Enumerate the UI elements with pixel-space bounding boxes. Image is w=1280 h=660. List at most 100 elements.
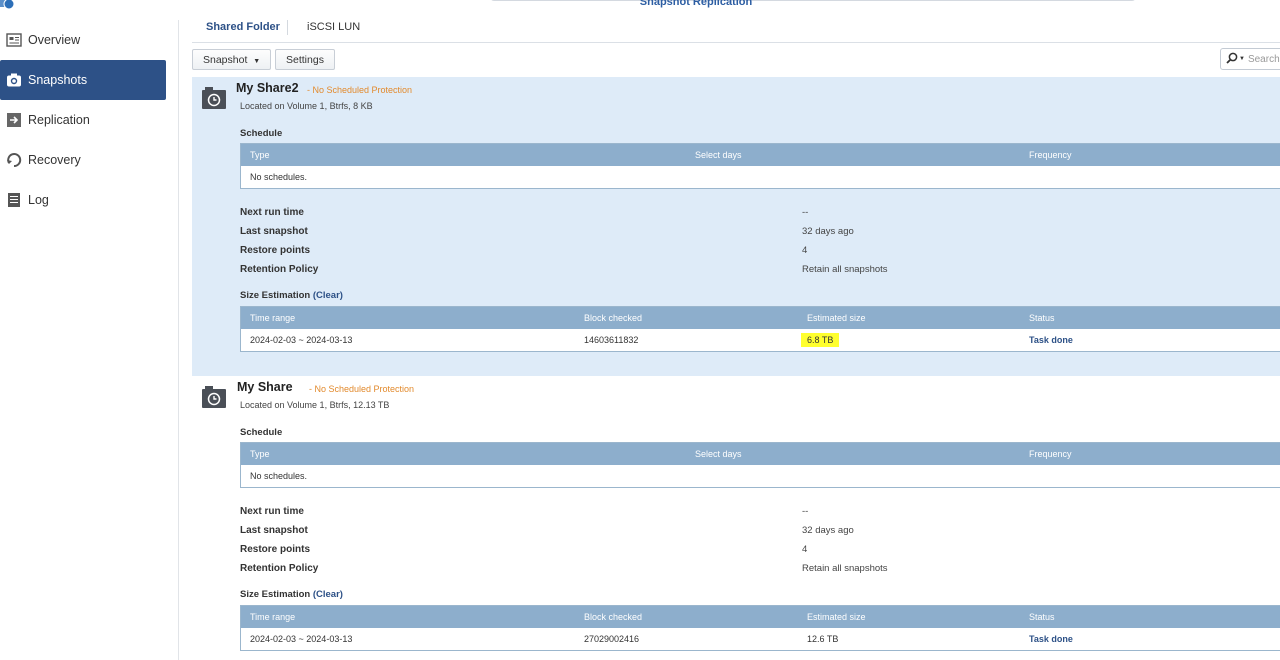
- restore-points-value: 4: [802, 245, 808, 256]
- column-header[interactable]: Select days: [695, 443, 742, 465]
- grid-header: Time range Block checked Estimated size …: [241, 307, 1280, 329]
- column-header[interactable]: Time range: [250, 307, 295, 329]
- sidebar-item-log[interactable]: Log: [0, 180, 166, 220]
- size-estimation-grid: Time range Block checked Estimated size …: [240, 306, 1280, 352]
- sidebar-item-label: Replication: [28, 113, 90, 127]
- table-row: No schedules.: [241, 166, 1280, 188]
- retention-policy-value: Retain all snapshots: [802, 264, 888, 275]
- sidebar-item-replication[interactable]: Replication: [0, 100, 166, 140]
- clear-link[interactable]: (Clear): [313, 589, 343, 600]
- column-header[interactable]: Status: [1029, 307, 1055, 329]
- next-run-label: Next run time: [240, 207, 304, 218]
- estimated-size-cell: 12.6 TB: [807, 634, 839, 644]
- sidebar-item-label: Snapshots: [28, 73, 88, 87]
- sidebar-item-recovery[interactable]: Recovery: [0, 140, 166, 180]
- column-header[interactable]: Estimated size: [807, 606, 866, 628]
- next-run-label: Next run time: [240, 506, 304, 517]
- app-title: Snapshot Replication: [639, 0, 753, 8]
- size-estimation-grid: Time range Block checked Estimated size …: [240, 605, 1280, 651]
- time-range-cell: 2024-02-03 ~ 2024-03-13: [250, 335, 353, 345]
- protection-status: - No Scheduled Protection: [309, 384, 415, 394]
- search-icon: [1226, 52, 1238, 67]
- replication-icon: [6, 112, 22, 128]
- schedule-grid: Type Select days Frequency No schedules.: [240, 442, 1280, 488]
- snapshot-history-icon: [202, 386, 226, 408]
- retention-policy-value: Retain all snapshots: [802, 563, 888, 574]
- table-row[interactable]: 2024-02-03 ~ 2024-03-13 27029002416 12.6…: [241, 628, 1280, 650]
- status-cell: Task done: [1029, 634, 1073, 644]
- column-header[interactable]: Block checked: [584, 606, 642, 628]
- restore-points-label: Restore points: [240, 245, 311, 256]
- share-panel[interactable]: My Share - No Scheduled Protection Locat…: [192, 376, 1280, 660]
- last-snapshot-value: 32 days ago: [802, 226, 854, 237]
- column-header[interactable]: Frequency: [1029, 443, 1072, 465]
- snapshot-button-label: Snapshot: [203, 54, 248, 66]
- retention-policy-label: Retention Policy: [240, 563, 319, 574]
- snapshot-button[interactable]: Snapshot ▼: [192, 49, 272, 70]
- table-row: No schedules.: [241, 465, 1280, 487]
- sidebar: Overview Snapshots Replication Recovery …: [0, 20, 179, 660]
- column-header[interactable]: Type: [250, 443, 270, 465]
- schedule-title: Schedule: [240, 427, 283, 438]
- column-header[interactable]: Frequency: [1029, 144, 1072, 166]
- tab-divider: [287, 20, 288, 35]
- protection-status: - No Scheduled Protection: [307, 85, 413, 95]
- empty-message: No schedules.: [250, 471, 308, 481]
- restore-points-value: 4: [802, 544, 808, 555]
- search-placeholder: Search: [1247, 53, 1280, 65]
- share-location: Located on Volume 1, Btrfs, 8 KB: [240, 101, 373, 111]
- size-estimation-title: Size Estimation (Clear): [240, 290, 343, 301]
- sidebar-item-overview[interactable]: Overview: [0, 20, 166, 60]
- block-checked-cell: 27029002416: [584, 634, 640, 644]
- size-estimation-label: Size Estimation: [240, 290, 311, 301]
- schedule-grid: Type Select days Frequency No schedules.: [240, 143, 1280, 189]
- search-field[interactable]: ▼ Search: [1220, 48, 1280, 70]
- tab-bar: Shared Folder iSCSI LUN: [192, 14, 1280, 43]
- chevron-down-icon: ▼: [1239, 56, 1245, 62]
- chevron-down-icon: ▼: [253, 58, 261, 65]
- log-icon: [6, 192, 22, 208]
- grid-header: Type Select days Frequency: [241, 144, 1280, 166]
- size-estimation-label: Size Estimation: [240, 589, 311, 600]
- last-snapshot-value: 32 days ago: [802, 525, 854, 536]
- last-snapshot-label: Last snapshot: [240, 226, 308, 237]
- sidebar-item-label: Overview: [28, 33, 81, 47]
- sidebar-item-snapshots[interactable]: Snapshots: [0, 60, 166, 100]
- column-header[interactable]: Block checked: [584, 307, 642, 329]
- restore-points-label: Restore points: [240, 544, 311, 555]
- recovery-icon: [6, 152, 22, 168]
- column-header[interactable]: Status: [1029, 606, 1055, 628]
- column-header[interactable]: Time range: [250, 606, 295, 628]
- status-cell: Task done: [1029, 335, 1073, 345]
- estimated-size-cell: 6.8 TB: [801, 329, 840, 351]
- table-row[interactable]: 2024-02-03 ~ 2024-03-13 14603611832 6.8 …: [241, 329, 1280, 351]
- size-estimation-title: Size Estimation (Clear): [240, 589, 343, 600]
- share-name: My Share2: [236, 81, 299, 95]
- overview-icon: [6, 32, 22, 48]
- tab-shared-folder[interactable]: Shared Folder: [206, 14, 280, 41]
- tab-iscsi-lun[interactable]: iSCSI LUN: [307, 14, 360, 41]
- share-panel[interactable]: My Share2 - No Scheduled Protection Loca…: [192, 77, 1280, 376]
- next-run-value: --: [802, 207, 809, 218]
- retention-policy-label: Retention Policy: [240, 264, 319, 275]
- share-location: Located on Volume 1, Btrfs, 12.13 TB: [240, 400, 390, 410]
- clear-link[interactable]: (Clear): [313, 290, 343, 301]
- grid-header: Time range Block checked Estimated size …: [241, 606, 1280, 628]
- column-header[interactable]: Select days: [695, 144, 742, 166]
- last-snapshot-label: Last snapshot: [240, 525, 308, 536]
- share-name: My Share: [237, 380, 293, 394]
- block-checked-cell: 14603611832: [584, 335, 639, 345]
- highlighted-value: 6.8 TB: [801, 333, 840, 347]
- snapshot-history-icon: [202, 87, 226, 109]
- settings-button[interactable]: Settings: [275, 49, 335, 70]
- sidebar-item-label: Log: [28, 193, 49, 207]
- empty-message: No schedules.: [250, 172, 308, 182]
- column-header[interactable]: Estimated size: [807, 307, 866, 329]
- schedule-title: Schedule: [240, 128, 283, 139]
- camera-icon: [6, 72, 22, 88]
- sidebar-item-label: Recovery: [28, 153, 81, 167]
- time-range-cell: 2024-02-03 ~ 2024-03-13: [250, 634, 353, 644]
- grid-header: Type Select days Frequency: [241, 443, 1280, 465]
- next-run-value: --: [802, 506, 809, 517]
- column-header[interactable]: Type: [250, 144, 270, 166]
